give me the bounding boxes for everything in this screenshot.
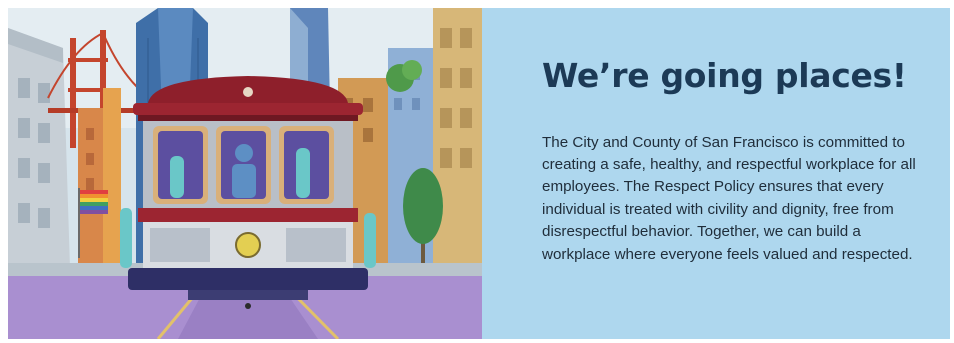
page-title: We’re going places! bbox=[542, 56, 907, 95]
policy-text-panel: We’re going places! The City and County … bbox=[482, 8, 950, 339]
policy-description: The City and County of San Francisco is … bbox=[542, 133, 916, 263]
building-left bbox=[8, 28, 70, 273]
respect-policy-banner: We’re going places! The City and County … bbox=[8, 8, 950, 339]
cable-car-illustration bbox=[8, 8, 482, 339]
cable-car-icon bbox=[120, 76, 376, 309]
cable-car-illustration-art bbox=[8, 8, 482, 339]
